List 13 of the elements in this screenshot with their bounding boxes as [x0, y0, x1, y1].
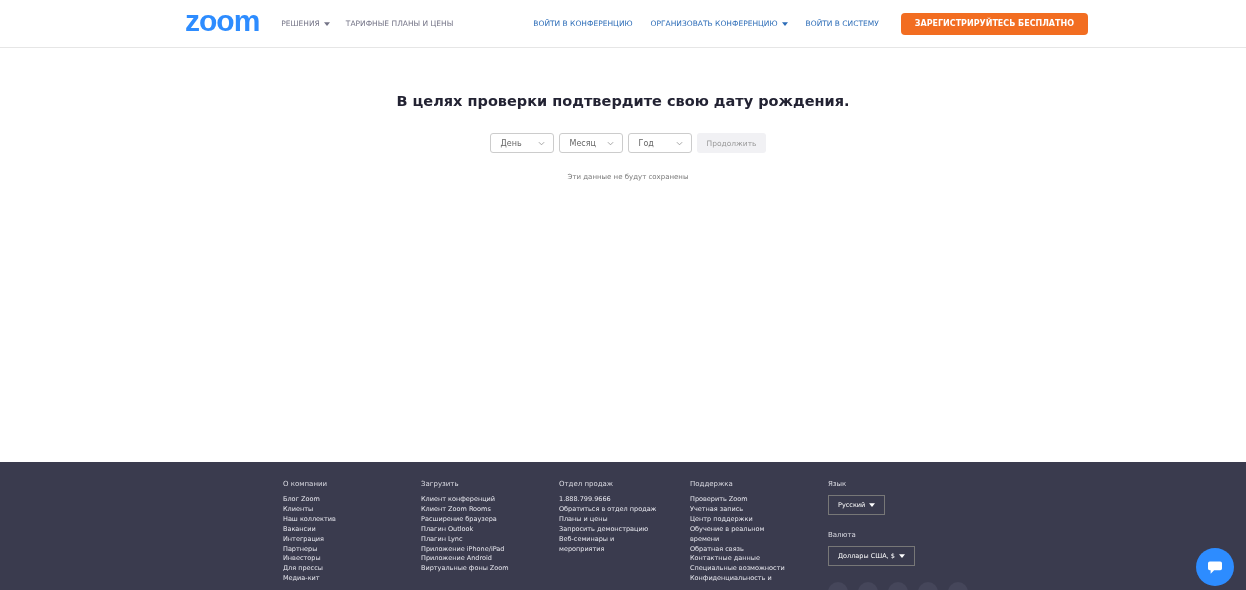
caret-icon	[781, 21, 788, 26]
caret-icon	[898, 554, 905, 558]
chevron-down-icon	[537, 140, 545, 146]
date-select[interactable]: День	[489, 133, 554, 153]
caret-icon	[323, 21, 330, 26]
date-select[interactable]: Год	[627, 133, 692, 153]
date-select[interactable]: Месяц	[558, 133, 623, 153]
chat-bubble-icon	[1208, 560, 1222, 574]
chevron-down-icon	[675, 140, 683, 146]
page-heading: В целях проверки подтвердите свою дату рождения.	[396, 93, 850, 109]
caret-icon	[869, 503, 876, 507]
chevron-down-icon	[606, 140, 614, 146]
chat-button[interactable]	[1196, 548, 1234, 586]
